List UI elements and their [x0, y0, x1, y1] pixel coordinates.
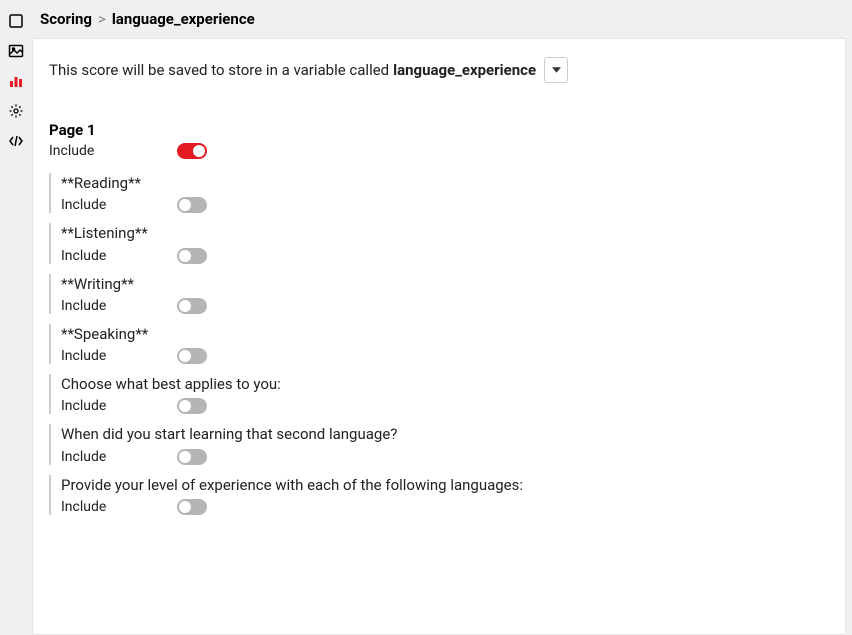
- sidebar-item-code[interactable]: [0, 126, 32, 156]
- page-include-row: Include: [49, 143, 829, 159]
- main-panel: This score will be saved to store in a v…: [32, 38, 846, 635]
- question-include-label: Include: [61, 248, 177, 264]
- question-include-toggle[interactable]: [177, 248, 207, 264]
- question-block: **Speaking** Include: [49, 324, 829, 364]
- question-include-toggle[interactable]: [177, 298, 207, 314]
- sidebar-item-chart[interactable]: [0, 66, 32, 96]
- variable-dropdown-button[interactable]: [544, 57, 568, 83]
- question-title: **Reading**: [61, 173, 829, 193]
- bar-chart-icon: [8, 73, 24, 89]
- question-include-label: Include: [61, 499, 177, 515]
- question-include-toggle[interactable]: [177, 449, 207, 465]
- question-include-row: Include: [61, 248, 829, 264]
- question-include-toggle[interactable]: [177, 398, 207, 414]
- question-block: **Writing** Include: [49, 274, 829, 314]
- page-include-label: Include: [49, 143, 177, 159]
- code-icon: [8, 133, 24, 149]
- page-include-toggle[interactable]: [177, 143, 207, 159]
- question-include-toggle[interactable]: [177, 348, 207, 364]
- breadcrumb: Scoring > language_experience: [32, 0, 852, 38]
- question-include-toggle[interactable]: [177, 197, 207, 213]
- question-include-row: Include: [61, 499, 829, 515]
- breadcrumb-root[interactable]: Scoring: [40, 10, 92, 28]
- score-info-text: This score will be saved to store in a v…: [49, 61, 389, 79]
- question-include-label: Include: [61, 197, 177, 213]
- question-block: **Reading** Include: [49, 173, 829, 213]
- gear-icon: [8, 103, 24, 119]
- question-include-label: Include: [61, 348, 177, 364]
- breadcrumb-separator: >: [98, 10, 106, 28]
- sidebar-item-settings[interactable]: [0, 96, 32, 126]
- question-title: Provide your level of experience with ea…: [61, 475, 829, 495]
- image-icon: [8, 43, 24, 59]
- question-include-row: Include: [61, 348, 829, 364]
- question-include-row: Include: [61, 398, 829, 414]
- breadcrumb-leaf: language_experience: [112, 10, 255, 28]
- question-include-row: Include: [61, 298, 829, 314]
- sidebar: [0, 0, 32, 635]
- question-include-label: Include: [61, 398, 177, 414]
- page-title: Page 1: [49, 121, 829, 139]
- caret-down-icon: [552, 67, 561, 73]
- question-title: **Speaking**: [61, 324, 829, 344]
- question-title: Choose what best applies to you:: [61, 374, 829, 394]
- question-include-row: Include: [61, 449, 829, 465]
- question-block: Provide your level of experience with ea…: [49, 475, 829, 515]
- question-include-row: Include: [61, 197, 829, 213]
- score-variable-name: language_experience: [393, 61, 536, 79]
- question-title: When did you start learning that second …: [61, 424, 829, 444]
- question-include-label: Include: [61, 298, 177, 314]
- question-block: Choose what best applies to you: Include: [49, 374, 829, 414]
- question-title: **Listening**: [61, 223, 829, 243]
- score-info: This score will be saved to store in a v…: [49, 57, 829, 83]
- question-block: **Listening** Include: [49, 223, 829, 263]
- sidebar-item-panel[interactable]: [0, 6, 32, 36]
- question-include-label: Include: [61, 449, 177, 465]
- question-include-toggle[interactable]: [177, 499, 207, 515]
- sidebar-item-image[interactable]: [0, 36, 32, 66]
- panel-icon: [8, 13, 24, 29]
- question-title: **Writing**: [61, 274, 829, 294]
- question-block: When did you start learning that second …: [49, 424, 829, 464]
